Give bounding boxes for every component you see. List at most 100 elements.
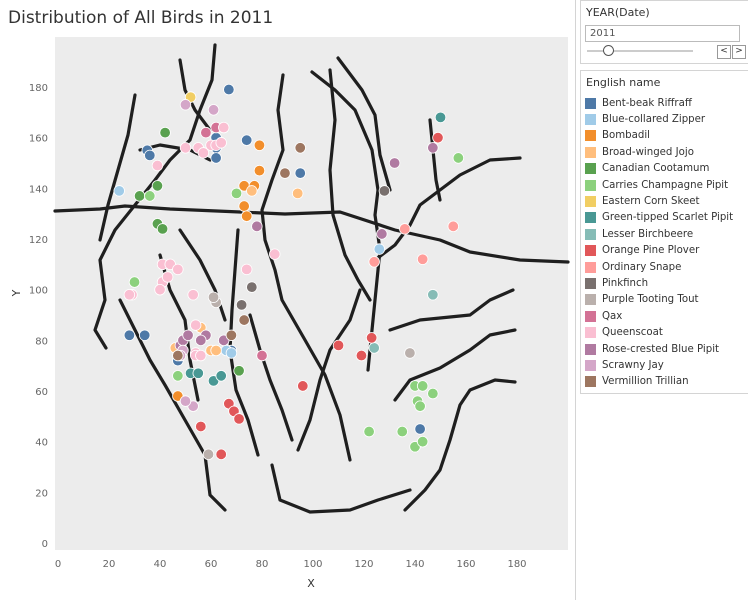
data-point[interactable] bbox=[269, 248, 281, 260]
legend-item[interactable]: Blue-collared Zipper bbox=[585, 111, 748, 127]
legend-item[interactable]: Carries Champagne Pipit bbox=[585, 177, 748, 193]
data-point[interactable] bbox=[113, 185, 125, 197]
data-point[interactable] bbox=[447, 220, 459, 233]
data-point[interactable] bbox=[365, 332, 378, 344]
data-point[interactable] bbox=[225, 329, 238, 341]
data-point[interactable] bbox=[233, 413, 245, 425]
data-point[interactable] bbox=[151, 159, 164, 172]
legend-item[interactable]: Qax bbox=[585, 308, 748, 324]
data-point[interactable] bbox=[414, 400, 426, 412]
data-point[interactable] bbox=[210, 344, 222, 357]
legend-item[interactable]: Lesser Birchbeere bbox=[585, 226, 748, 242]
data-point[interactable] bbox=[159, 126, 171, 139]
legend-item[interactable]: Broad-winged Jojo bbox=[585, 144, 748, 160]
data-point[interactable] bbox=[373, 243, 386, 255]
data-point[interactable] bbox=[218, 121, 230, 134]
data-point[interactable] bbox=[363, 425, 375, 438]
data-point[interactable] bbox=[368, 256, 380, 268]
data-point[interactable] bbox=[151, 180, 164, 192]
data-point[interactable] bbox=[172, 370, 184, 382]
data-point[interactable] bbox=[355, 349, 368, 362]
data-point[interactable] bbox=[292, 187, 304, 200]
data-point[interactable] bbox=[396, 425, 408, 438]
data-point[interactable] bbox=[368, 342, 380, 354]
year-value-field[interactable]: 2011 bbox=[585, 25, 740, 42]
data-point[interactable] bbox=[378, 185, 391, 197]
legend-item[interactable]: Queenscoat bbox=[585, 324, 748, 340]
data-point[interactable] bbox=[246, 281, 258, 293]
year-slider-thumb[interactable] bbox=[603, 45, 614, 56]
legend-item[interactable]: Eastern Corn Skeet bbox=[585, 193, 748, 209]
data-point[interactable] bbox=[154, 283, 166, 296]
data-point[interactable] bbox=[294, 142, 306, 154]
data-point[interactable] bbox=[192, 367, 204, 379]
data-point[interactable] bbox=[200, 126, 212, 139]
data-point[interactable] bbox=[376, 228, 388, 240]
data-point[interactable] bbox=[189, 319, 202, 331]
data-point[interactable] bbox=[215, 370, 227, 382]
data-point[interactable] bbox=[172, 349, 184, 362]
data-point[interactable] bbox=[144, 149, 156, 162]
data-point[interactable] bbox=[256, 349, 268, 362]
legend-item[interactable]: Purple Tooting Tout bbox=[585, 292, 748, 308]
data-point[interactable] bbox=[416, 253, 429, 265]
data-point[interactable] bbox=[179, 395, 192, 407]
data-point[interactable] bbox=[144, 190, 156, 202]
data-point[interactable] bbox=[416, 435, 429, 448]
legend-item[interactable]: Rose-crested Blue Pipit bbox=[585, 341, 748, 357]
data-point[interactable] bbox=[202, 448, 215, 461]
data-point[interactable] bbox=[238, 200, 250, 212]
data-point[interactable] bbox=[225, 347, 238, 359]
data-point[interactable] bbox=[452, 152, 465, 164]
data-point[interactable] bbox=[172, 263, 184, 276]
legend-item[interactable]: Bent-beak Riffraff bbox=[585, 95, 748, 111]
next-year-button[interactable]: > bbox=[732, 45, 746, 59]
data-point[interactable] bbox=[133, 190, 146, 202]
data-point[interactable] bbox=[195, 334, 207, 347]
data-point[interactable] bbox=[235, 299, 248, 311]
data-point[interactable] bbox=[240, 134, 253, 146]
legend-item[interactable]: Green-tipped Scarlet Pipit bbox=[585, 210, 748, 226]
data-point[interactable] bbox=[187, 289, 199, 301]
data-point[interactable] bbox=[240, 263, 253, 276]
legend-item[interactable]: Canadian Cootamum bbox=[585, 161, 748, 177]
data-point[interactable] bbox=[416, 380, 429, 392]
legend-item[interactable]: Orange Pine Plover bbox=[585, 243, 748, 259]
data-point[interactable] bbox=[210, 152, 222, 164]
data-point[interactable] bbox=[427, 142, 439, 154]
data-point[interactable] bbox=[195, 349, 207, 362]
data-point[interactable] bbox=[230, 187, 243, 200]
data-point[interactable] bbox=[427, 289, 439, 301]
data-point[interactable] bbox=[246, 185, 258, 197]
data-point[interactable] bbox=[207, 291, 220, 303]
data-point[interactable] bbox=[123, 329, 136, 341]
data-point[interactable] bbox=[332, 339, 345, 352]
legend-item[interactable]: Pinkfinch bbox=[585, 275, 748, 291]
data-point[interactable] bbox=[404, 347, 416, 359]
data-point[interactable] bbox=[182, 329, 194, 341]
legend-item[interactable]: Scrawny Jay bbox=[585, 357, 748, 373]
data-point[interactable] bbox=[399, 223, 411, 235]
legend-item[interactable]: Vermillion Trillian bbox=[585, 374, 748, 390]
data-point[interactable] bbox=[251, 220, 263, 233]
data-point[interactable] bbox=[233, 365, 245, 377]
data-point[interactable] bbox=[253, 139, 266, 151]
legend-item[interactable]: Ordinary Snape bbox=[585, 259, 748, 275]
data-point[interactable] bbox=[240, 210, 253, 222]
data-point[interactable] bbox=[414, 423, 426, 435]
data-point[interactable] bbox=[207, 104, 220, 116]
data-point[interactable] bbox=[123, 289, 136, 301]
data-point[interactable] bbox=[128, 276, 141, 288]
data-point[interactable] bbox=[215, 137, 227, 149]
data-point[interactable] bbox=[427, 387, 439, 400]
data-point[interactable] bbox=[179, 99, 192, 111]
data-point[interactable] bbox=[161, 271, 174, 283]
data-point[interactable] bbox=[297, 380, 309, 392]
legend-item[interactable]: Bombadil bbox=[585, 128, 748, 144]
data-point[interactable] bbox=[156, 223, 169, 235]
data-point[interactable] bbox=[215, 448, 227, 461]
data-point[interactable] bbox=[279, 167, 291, 179]
data-point[interactable] bbox=[253, 164, 266, 177]
data-point[interactable] bbox=[179, 142, 192, 154]
data-point[interactable] bbox=[294, 167, 306, 179]
